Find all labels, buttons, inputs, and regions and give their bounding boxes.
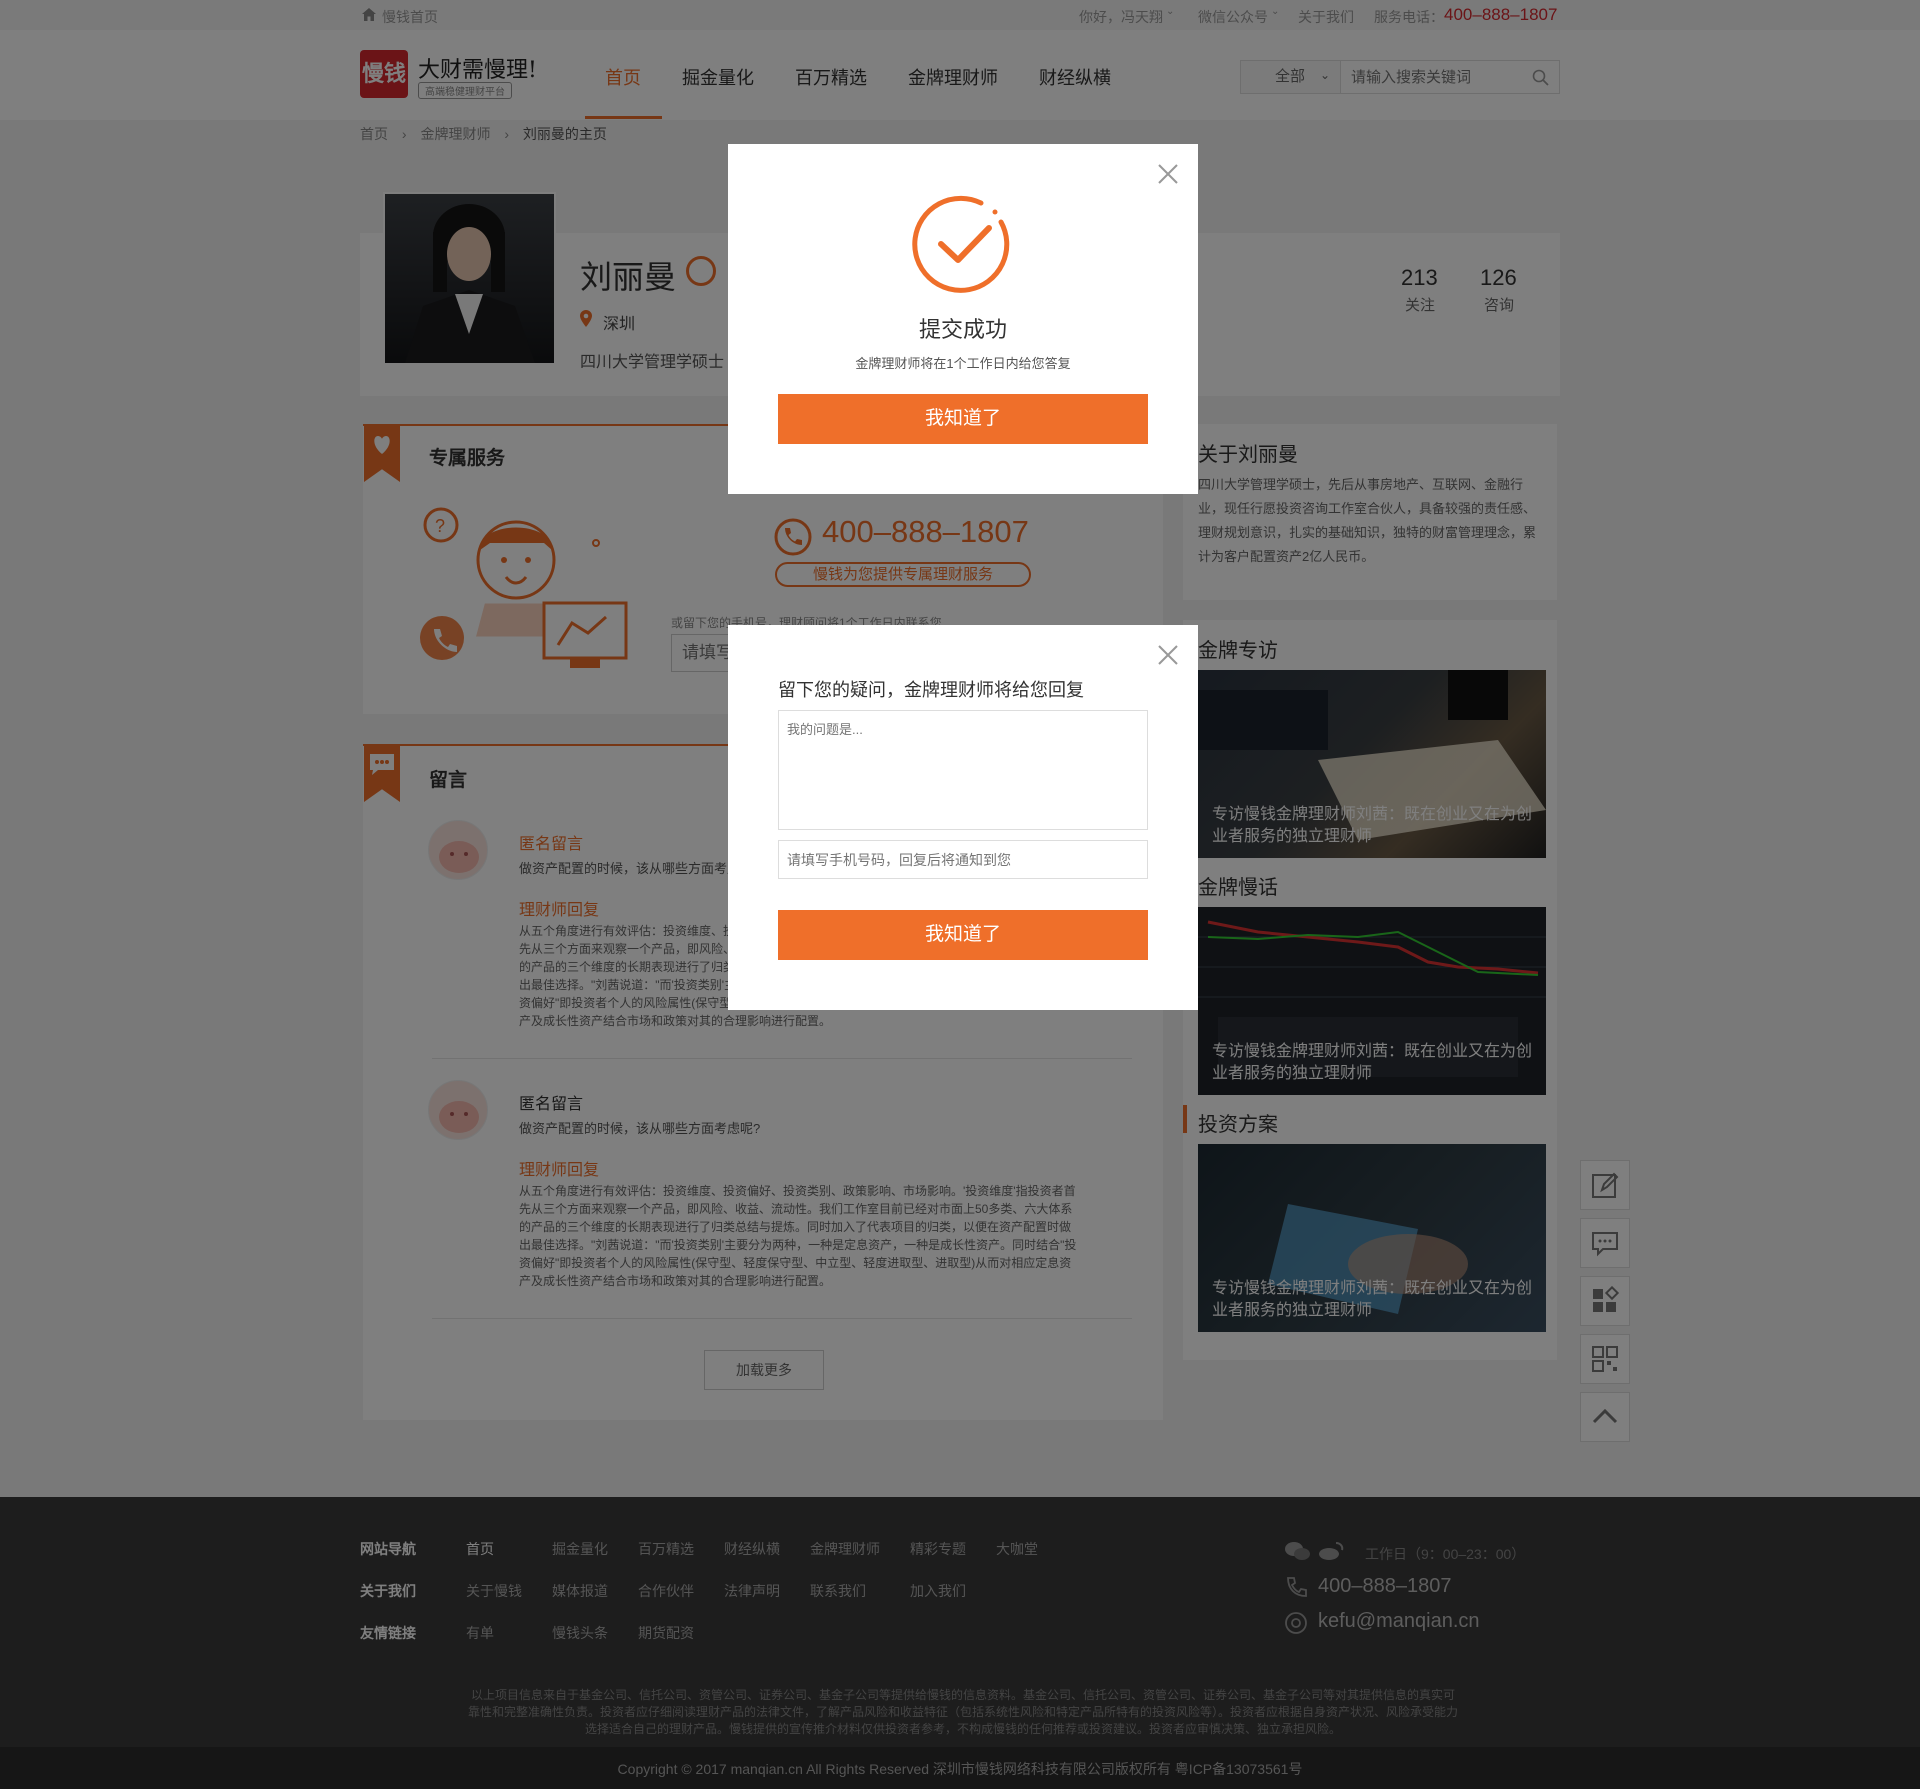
- success-ok-button[interactable]: 我知道了: [778, 394, 1148, 444]
- question-submit-button[interactable]: 我知道了: [778, 910, 1148, 960]
- question-textarea[interactable]: [778, 710, 1148, 830]
- success-modal: 提交成功 金牌理财师将在1个工作日内给您答复 我知道了: [728, 144, 1198, 494]
- close-icon[interactable]: [1156, 162, 1180, 186]
- close-icon[interactable]: [1156, 643, 1180, 667]
- success-subtitle: 金牌理财师将在1个工作日内给您答复: [855, 356, 1071, 371]
- success-check-icon: [912, 195, 1010, 293]
- phone-input[interactable]: [778, 840, 1148, 879]
- question-modal: 留下您的疑问，金牌理财师将给您回复 我知道了: [728, 625, 1198, 1010]
- question-modal-title: 留下您的疑问，金牌理财师将给您回复: [778, 680, 1084, 700]
- success-title: 提交成功: [918, 317, 1007, 342]
